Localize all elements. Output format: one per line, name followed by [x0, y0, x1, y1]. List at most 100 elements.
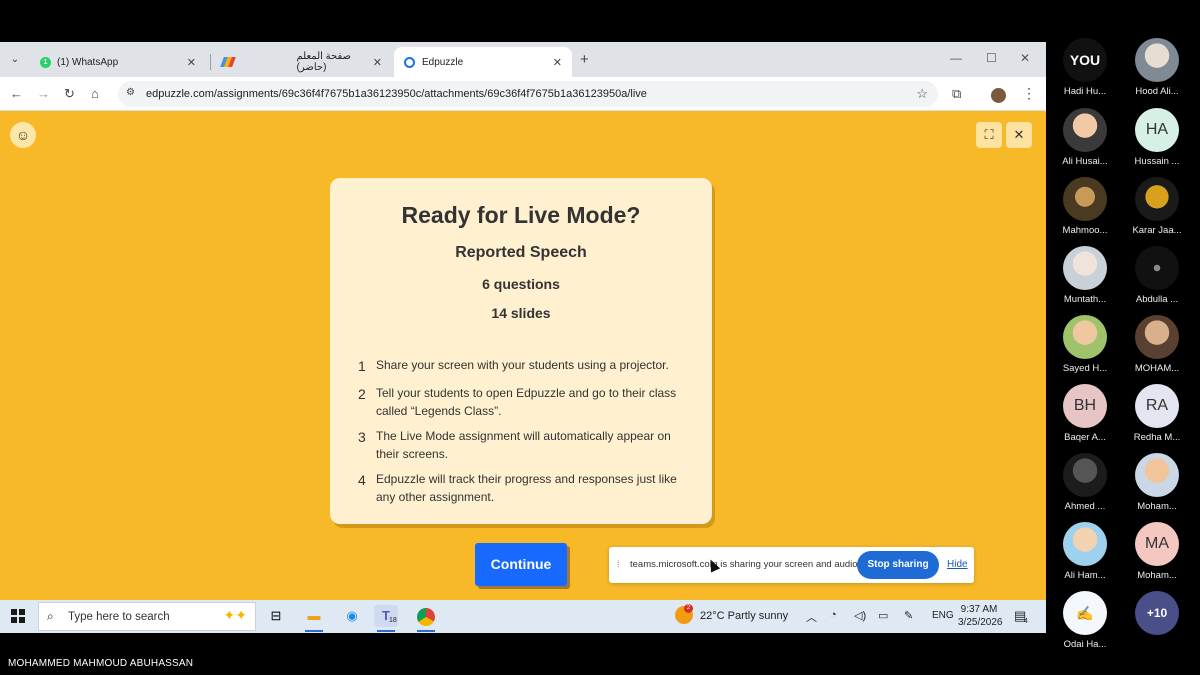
profile-avatar[interactable] [991, 88, 1006, 103]
tab-label: (1) WhatsApp [57, 56, 119, 68]
maximize-icon[interactable]: ☐ [986, 51, 997, 65]
participant-tile[interactable]: Ahmed ... [1050, 453, 1120, 512]
close-window-icon[interactable]: ✕ [1020, 51, 1030, 65]
step-number: 2 [358, 386, 366, 402]
participant-tile[interactable]: ✍ Odai Ha... [1050, 591, 1120, 650]
participant-tile[interactable]: RA Redha M... [1122, 384, 1192, 443]
participant-tile[interactable]: Ali Husai... [1050, 108, 1120, 167]
more-participants-button[interactable]: +10 [1122, 591, 1192, 635]
close-live-icon[interactable]: ✕ [1006, 122, 1032, 148]
new-tab-button[interactable]: + [580, 51, 589, 68]
participant-tile[interactable]: MOHAM... [1122, 315, 1192, 374]
clock-date: 3/25/2026 [958, 617, 1003, 628]
chrome-icon[interactable] [414, 605, 438, 627]
participant-avatar: HA [1135, 108, 1179, 152]
participant-name: Odai Ha... [1063, 639, 1107, 650]
participant-tile[interactable]: Mahmoo... [1050, 177, 1120, 236]
participant-tile[interactable]: Moham... [1122, 453, 1192, 512]
browser-menu-icon[interactable]: ⋮ [1022, 85, 1036, 102]
minimize-icon[interactable]: — [950, 51, 962, 65]
back-icon[interactable]: ← [10, 86, 23, 101]
bookmark-star-icon[interactable]: ☆ [916, 86, 928, 102]
participant-tile[interactable]: HA Hussain ... [1122, 108, 1192, 167]
reload-icon[interactable]: ↻ [64, 86, 75, 102]
close-tab-icon[interactable]: ✕ [553, 56, 562, 69]
taskbar-search-input[interactable]: ⌕ Type here to search ✦✦ [38, 602, 256, 631]
edge-icon[interactable]: ◉ [340, 605, 364, 627]
file-explorer-icon[interactable]: ▬ [302, 605, 326, 627]
site-info-icon[interactable]: ⚙ [126, 87, 135, 98]
participant-tile[interactable]: Hood Ali... [1122, 38, 1192, 97]
participant-name: MOHAM... [1134, 363, 1180, 374]
active-app-indicator [305, 630, 323, 632]
participant-name: Ahmed ... [1064, 501, 1106, 512]
participant-name: Ali Husai... [1062, 156, 1108, 167]
step-number: 1 [358, 358, 366, 374]
question-count: 6 questions [482, 276, 560, 292]
participant-tile[interactable]: Muntath... [1050, 246, 1120, 305]
drag-handle-icon[interactable]: ⁞ [617, 559, 620, 569]
participant-avatar [1063, 246, 1107, 290]
participant-tile[interactable]: Sayed H... [1050, 315, 1120, 374]
search-icon: ⌕ [47, 609, 54, 623]
fullscreen-icon[interactable]: ⛶ [976, 122, 1002, 148]
windows-start-icon[interactable] [11, 609, 25, 623]
lesson-title: Reported Speech [455, 244, 587, 261]
participant-avatar [1135, 453, 1179, 497]
presenter-name: MOHAMMED MAHMOUD ABUHASSAN [8, 658, 194, 669]
browser-tab-bar: ⌄ 1 (1) WhatsApp ✕ صفحة المعلم (حاضر) ✕ … [0, 42, 1046, 77]
card-title: Ready for Live Mode? [401, 202, 641, 228]
tab-separator [210, 54, 211, 70]
forward-icon[interactable]: → [37, 86, 50, 101]
weather-badge: 2 [684, 604, 693, 613]
taskbar-clock[interactable]: 9:37 AM 3/25/2026 [958, 603, 1003, 629]
continue-button[interactable]: Continue [475, 543, 567, 586]
shared-screen: ⌄ 1 (1) WhatsApp ✕ صفحة المعلم (حاضر) ✕ … [0, 42, 1046, 633]
edpuzzle-logo-icon[interactable]: ☺ [10, 122, 36, 148]
volume-icon[interactable]: ◁) [854, 609, 866, 622]
teacher-page-icon [220, 57, 236, 67]
slide-count: 14 slides [491, 305, 551, 321]
close-tab-icon[interactable]: ✕ [373, 56, 382, 69]
step-number: 3 [358, 429, 366, 445]
close-tab-icon[interactable]: ✕ [187, 56, 196, 69]
participant-tile[interactable]: BH Baqer A... [1050, 384, 1120, 443]
home-icon[interactable]: ⌂ [91, 86, 99, 101]
teams-meeting-view: ⌄ 1 (1) WhatsApp ✕ صفحة المعلم (حاضر) ✕ … [0, 0, 1200, 675]
show-hidden-icons-icon[interactable]: ︿ [806, 609, 817, 625]
participant-tile[interactable]: Karar Jaa... [1122, 177, 1192, 236]
participant-name: Abdulla ... [1135, 294, 1179, 305]
battery-icon[interactable]: ▭ [878, 609, 888, 622]
hide-link[interactable]: Hide [947, 559, 968, 570]
tab-search-icon[interactable]: ⌄ [6, 51, 24, 69]
stop-sharing-button[interactable]: Stop sharing [857, 551, 939, 579]
participant-tile[interactable]: YOU Hadi Hu... [1050, 38, 1120, 97]
address-bar[interactable]: ⚙ edpuzzle.com/assignments/69c36f4f7675b… [118, 81, 938, 107]
participant-tile[interactable]: MA Moham... [1122, 522, 1192, 581]
step-text: Edpuzzle will track their progress and r… [376, 472, 677, 504]
extensions-icon[interactable]: ⧉ [952, 86, 961, 102]
task-view-icon[interactable]: ⊟ [264, 605, 288, 627]
tab-whatsapp[interactable]: 1 (1) WhatsApp ✕ [30, 47, 206, 77]
network-icon[interactable]: ◔ [830, 609, 837, 621]
tab-label: صفحة المعلم (حاضر) [296, 51, 352, 73]
participant-avatar [1135, 177, 1179, 221]
tab-teacher-page[interactable]: صفحة المعلم (حاضر) ✕ [212, 47, 392, 77]
participant-avatar: MA [1135, 522, 1179, 566]
windows-taskbar: ⌕ Type here to search ✦✦ ⊟ ▬ ◉ T 18 2 22… [0, 600, 1046, 633]
participant-name: Ali Ham... [1064, 570, 1106, 581]
tab-edpuzzle[interactable]: Edpuzzle ✕ [394, 47, 572, 77]
clock-time: 9:37 AM [960, 604, 998, 615]
step-number: 4 [358, 472, 366, 488]
participant-name: Muntath... [1063, 294, 1107, 305]
weather-text[interactable]: 22°C Partly sunny [700, 610, 788, 622]
language-indicator[interactable]: ENG [932, 610, 954, 621]
participant-avatar: YOU [1063, 38, 1107, 82]
more-participants-count: +10 [1135, 591, 1179, 635]
participant-tile[interactable]: Ali Ham... [1050, 522, 1120, 581]
participant-avatar [1135, 246, 1179, 290]
pen-icon[interactable]: ✎ [904, 609, 913, 622]
participant-tile[interactable]: Abdulla ... [1122, 246, 1192, 305]
step-text: Share your screen with your students usi… [376, 358, 669, 372]
participant-avatar [1063, 315, 1107, 359]
